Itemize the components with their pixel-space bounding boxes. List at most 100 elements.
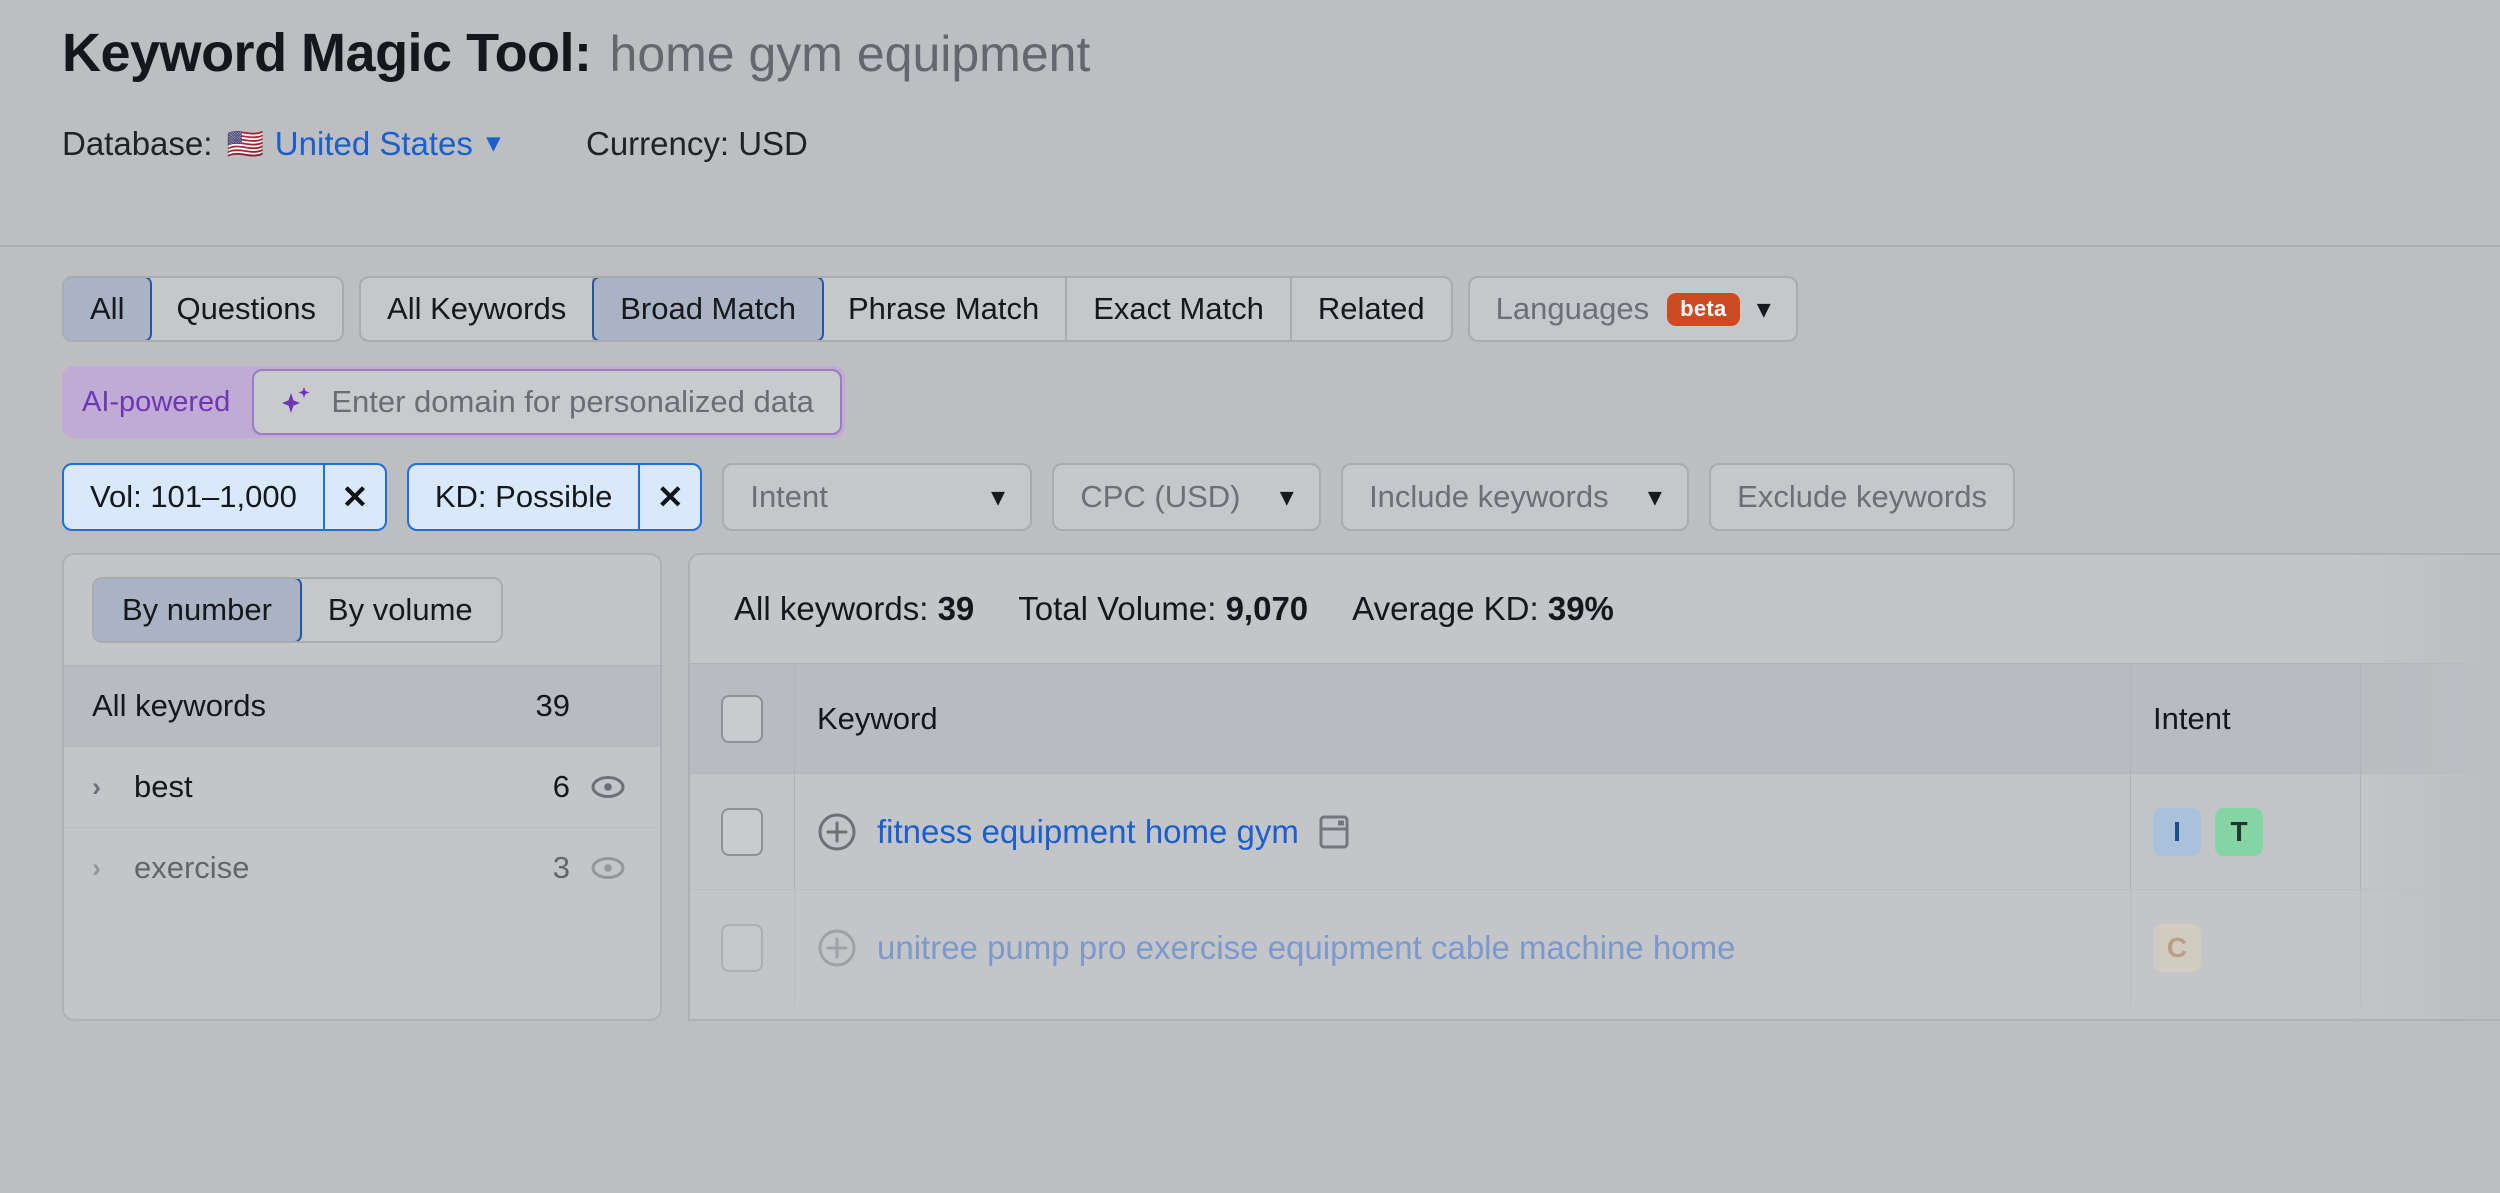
- filter-intent-label: Intent: [750, 479, 828, 514]
- filter-chip-kd[interactable]: KD: Possible ✕: [406, 463, 703, 531]
- row-select-cell: [690, 807, 794, 856]
- page-title-main: Keyword Magic Tool:: [62, 23, 592, 83]
- domain-input-wrapper[interactable]: Enter domain for personalized data: [252, 369, 842, 435]
- sidebar-item-label: All keywords: [92, 688, 266, 723]
- results-panel: All keywords: 39 Total Volume: 9,070 Ave…: [688, 553, 2500, 1021]
- add-keyword-icon[interactable]: [817, 812, 857, 852]
- tab-questions[interactable]: Questions: [150, 278, 343, 340]
- row-overflow-cell: [2360, 774, 2500, 889]
- filter-chip-volume[interactable]: Vol: 101–1,000 ✕: [62, 463, 387, 531]
- select-all-cell: [690, 694, 794, 743]
- row-keyword-cell: unitree pump pro exercise equipment cabl…: [794, 890, 2130, 1005]
- chevron-right-icon[interactable]: ›: [92, 772, 126, 803]
- summary-total-volume: Total Volume: 9,070: [1018, 590, 1308, 628]
- results-table-header: Keyword Intent: [690, 663, 2500, 773]
- row-checkbox[interactable]: [721, 807, 763, 856]
- filter-include-keywords[interactable]: Include keywords ▾: [1341, 463, 1690, 531]
- tab-exact-match[interactable]: Exact Match: [1067, 278, 1292, 340]
- intent-badge-transactional[interactable]: T: [2215, 807, 2263, 856]
- summary-all-keywords-label: All keywords:: [734, 590, 929, 627]
- currency-label: Currency: USD: [585, 125, 808, 162]
- intent-badge-commercial[interactable]: C: [2153, 923, 2201, 972]
- close-icon[interactable]: ✕: [638, 465, 700, 529]
- question-filter-group: All Questions: [62, 276, 345, 342]
- beta-badge: beta: [1667, 292, 1740, 326]
- tab-broad-match[interactable]: Broad Match: [592, 278, 824, 340]
- filter-cpc[interactable]: CPC (USD) ▾: [1052, 463, 1322, 531]
- table-row[interactable]: fitness equipment home gym I T: [690, 773, 2500, 889]
- main-content: By number By volume All keywords 39 › be…: [0, 531, 2500, 1021]
- us-flag-icon: 🇺🇸: [226, 128, 264, 161]
- select-all-checkbox[interactable]: [721, 694, 763, 743]
- row-overflow-cell: [2360, 890, 2500, 1005]
- row-select-cell: [690, 923, 794, 972]
- database-label: Database:: [62, 125, 213, 162]
- add-keyword-icon[interactable]: [817, 928, 857, 968]
- tab-all[interactable]: All: [64, 278, 153, 340]
- column-header-keyword[interactable]: Keyword: [794, 664, 2130, 773]
- summary-all-keywords: All keywords: 39: [734, 590, 974, 628]
- keyword-magic-tool-page: Keyword Magic Tool: home gym equipment D…: [0, 0, 2500, 1193]
- eye-icon[interactable]: [590, 856, 626, 880]
- match-type-group: All Keywords Broad Match Phrase Match Ex…: [359, 276, 1453, 342]
- filter-exclude-keywords[interactable]: Exclude keywords: [1709, 463, 2015, 531]
- summary-average-kd-label: Average KD:: [1352, 590, 1539, 627]
- summary-all-keywords-value: 39: [937, 590, 975, 627]
- filter-include-keywords-label: Include keywords: [1369, 479, 1609, 514]
- serp-features-icon[interactable]: [1319, 815, 1349, 849]
- eye-icon[interactable]: [590, 775, 626, 799]
- page-header: Keyword Magic Tool: home gym equipment D…: [0, 0, 2500, 247]
- chevron-down-icon: ▾: [991, 483, 1005, 511]
- group-sort-toggle: By number By volume: [92, 577, 503, 643]
- domain-input-placeholder: Enter domain for personalized data: [331, 384, 814, 419]
- summary-average-kd: Average KD: 39%: [1352, 590, 1614, 628]
- filter-exclude-keywords-label: Exclude keywords: [1737, 479, 1987, 514]
- sidebar-item-label: exercise: [134, 850, 250, 885]
- ai-powered-wrapper: AI-powered Enter domain for personalized…: [62, 366, 845, 438]
- languages-dropdown[interactable]: Languages beta ▾: [1467, 276, 1799, 342]
- database-selector[interactable]: United States: [275, 125, 473, 163]
- filter-chip-kd-label: KD: Possible: [434, 479, 613, 514]
- bottom-edge-fade: [0, 1101, 2500, 1193]
- sidebar-item-count: 39: [535, 688, 570, 723]
- tab-phrase-match[interactable]: Phrase Match: [821, 278, 1068, 340]
- results-summary: All keywords: 39 Total Volume: 9,070 Ave…: [690, 555, 2500, 663]
- summary-total-volume-label: Total Volume:: [1018, 590, 1217, 627]
- close-icon[interactable]: ✕: [322, 465, 385, 529]
- summary-total-volume-value: 9,070: [1225, 590, 1309, 627]
- sidebar-item-label: best: [134, 769, 193, 804]
- toggle-by-volume[interactable]: By volume: [299, 579, 501, 641]
- sparkle-icon: [280, 385, 312, 419]
- page-title: Keyword Magic Tool: home gym equipment: [62, 26, 2500, 98]
- intent-badge-informational[interactable]: I: [2153, 807, 2201, 856]
- filter-cpc-label: CPC (USD): [1080, 479, 1241, 514]
- sidebar-item-exercise[interactable]: › exercise 3: [64, 827, 660, 908]
- ai-domain-row: AI-powered Enter domain for personalized…: [0, 342, 2500, 438]
- filter-chip-volume-label: Vol: 101–1,000: [90, 479, 297, 514]
- filters-row: Vol: 101–1,000 ✕ KD: Possible ✕ Intent ▾…: [0, 438, 2500, 531]
- sidebar-item-count: 6: [552, 769, 570, 804]
- column-header-overflow: [2360, 664, 2500, 773]
- chevron-down-icon: ▾: [1757, 295, 1771, 323]
- tab-related[interactable]: Related: [1291, 278, 1451, 340]
- column-header-intent-label: Intent: [2153, 700, 2231, 736]
- summary-average-kd-value: 39%: [1547, 590, 1614, 627]
- chevron-down-icon: ▾: [1648, 483, 1662, 511]
- keyword-link[interactable]: unitree pump pro exercise equipment cabl…: [877, 929, 1735, 967]
- keyword-groups-list: All keywords 39 › best 6 › exercise 3: [64, 665, 660, 908]
- chevron-right-icon[interactable]: ›: [92, 853, 126, 884]
- toggle-by-number[interactable]: By number: [93, 579, 302, 641]
- match-type-tabs: All Questions All Keywords Broad Match P…: [0, 247, 2500, 342]
- filter-intent[interactable]: Intent ▾: [722, 463, 1033, 531]
- tab-all-keywords[interactable]: All Keywords: [361, 278, 595, 340]
- page-title-query: home gym equipment: [609, 26, 1091, 82]
- chevron-down-icon[interactable]: ▾: [487, 127, 500, 158]
- sidebar-item-best[interactable]: › best 6: [64, 746, 660, 827]
- sidebar-item-all-keywords[interactable]: All keywords 39: [64, 665, 660, 746]
- column-header-intent[interactable]: Intent: [2130, 664, 2360, 773]
- chevron-down-icon: ▾: [1280, 483, 1294, 511]
- row-checkbox[interactable]: [721, 923, 763, 972]
- table-row[interactable]: unitree pump pro exercise equipment cabl…: [690, 889, 2500, 1005]
- header-meta: Database: 🇺🇸 United States ▾ Currency: U…: [62, 116, 2500, 172]
- keyword-link[interactable]: fitness equipment home gym: [877, 813, 1299, 851]
